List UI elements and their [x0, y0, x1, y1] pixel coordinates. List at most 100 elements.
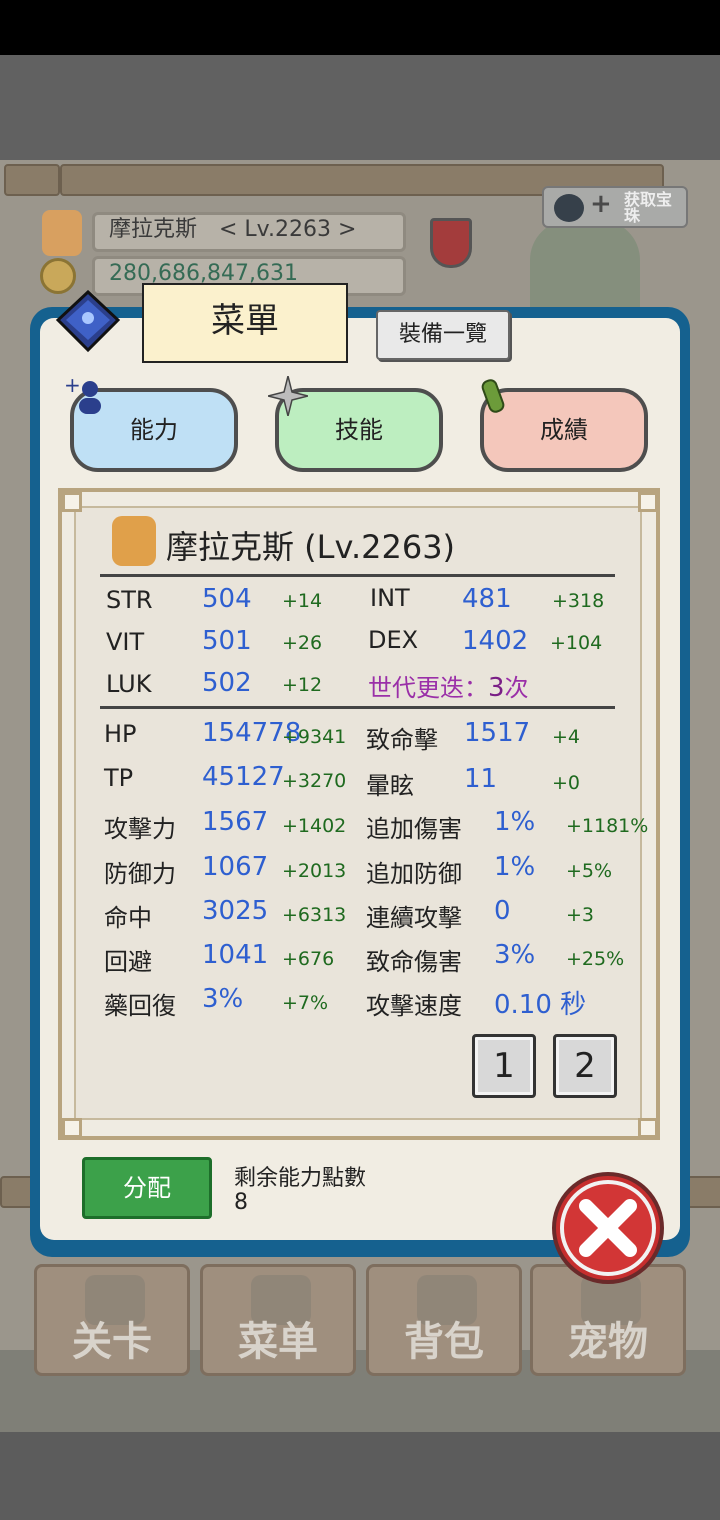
character-title: 摩拉克斯 (Lv.2263) — [166, 528, 456, 566]
gem-icon — [554, 194, 584, 222]
stat-bonus: +0 — [552, 772, 581, 794]
stat-name: 致命傷害 — [366, 948, 462, 976]
stat-bonus: +12 — [282, 674, 323, 696]
svg-text:+: + — [64, 376, 81, 397]
stat-bonus: +318 — [552, 590, 605, 612]
nav-stage[interactable]: 关卡 — [34, 1264, 190, 1376]
generation-count: 3 — [488, 673, 505, 703]
page-1-button[interactable]: 1 — [472, 1034, 536, 1098]
frame-corner — [638, 1118, 658, 1138]
tab-skill-label: 技能 — [335, 416, 383, 444]
stat-name: 攻擊力 — [104, 815, 176, 843]
nav-menu[interactable]: 菜单 — [200, 1264, 356, 1376]
stat-bonus: +14 — [282, 590, 323, 612]
nav-backpack[interactable]: 背包 — [366, 1264, 522, 1376]
stat-name: STR — [106, 586, 153, 614]
stat-name: 防御力 — [104, 860, 176, 888]
stat-bonus: +3 — [566, 904, 595, 926]
stat-name: 藥回復 — [104, 992, 176, 1020]
stat-value: 502 — [202, 668, 252, 698]
stat-bonus: +4 — [552, 726, 581, 748]
stat-bonus: +3270 — [282, 770, 347, 792]
stat-bonus: +6313 — [282, 904, 347, 926]
menu-title-tab: 菜單 — [142, 283, 348, 363]
nav-label: 菜单 — [238, 1319, 318, 1365]
status-bar — [0, 0, 720, 55]
nav-label: 宠物 — [568, 1319, 648, 1365]
player-avatar — [42, 210, 82, 256]
coin-icon — [40, 258, 76, 294]
stat-name: 暈眩 — [366, 772, 414, 800]
add-person-icon: + — [64, 373, 104, 416]
equipment-list-button[interactable]: 裝備一覽 — [376, 310, 510, 360]
shield-icon[interactable] — [430, 218, 472, 268]
stat-name: INT — [370, 584, 410, 612]
plus-icon: + — [590, 189, 612, 219]
stat-value: 504 — [202, 584, 252, 614]
stat-bonus: +1181% — [566, 815, 649, 837]
stat-name: HP — [104, 720, 137, 748]
character-portrait — [112, 516, 156, 566]
stat-name: 致命擊 — [366, 726, 438, 754]
sparkle-icon — [267, 375, 309, 417]
stat-value: 481 — [462, 584, 512, 614]
nav-label: 关卡 — [72, 1319, 152, 1365]
stat-value: 1517 — [464, 718, 531, 748]
frame-corner — [62, 1118, 82, 1138]
stat-bonus: +5% — [566, 860, 613, 882]
navigation-bar — [0, 1432, 720, 1520]
stat-value: 11 — [464, 764, 498, 794]
stat-value: 3025 — [202, 896, 269, 926]
stat-value: 3% — [494, 940, 536, 970]
get-gems-label: 获取宝珠 — [624, 190, 673, 225]
stat-name: TP — [104, 764, 134, 792]
close-icon — [560, 1180, 656, 1276]
frame-corner — [62, 492, 82, 512]
remaining-points-value: 8 — [234, 1190, 248, 1215]
stat-name: VIT — [106, 628, 145, 656]
close-button[interactable] — [552, 1172, 664, 1284]
generation-label: 世代更迭： — [368, 674, 488, 702]
stat-value: 0 — [494, 896, 511, 926]
generation-unit: 次 — [504, 674, 529, 702]
stat-name: LUK — [106, 670, 152, 698]
stat-value: 1402 — [462, 626, 529, 656]
spellbook-icon — [55, 289, 121, 354]
player-name-bar: 摩拉克斯 < Lv.2263 > — [92, 212, 406, 252]
stat-value: 1567 — [202, 807, 269, 837]
stat-name: DEX — [368, 626, 419, 654]
divider — [100, 574, 615, 577]
top-band — [0, 55, 720, 160]
remaining-points-label: 剩余能力點數 — [234, 1166, 367, 1191]
page-2-button[interactable]: 2 — [553, 1034, 617, 1098]
stat-value: 45127 — [202, 762, 285, 792]
tab-ability-label: 能力 — [130, 416, 178, 444]
nav-label: 背包 — [404, 1319, 484, 1365]
stat-name: 追加傷害 — [366, 815, 462, 843]
pot-decoration — [530, 220, 640, 320]
stat-bonus: +9341 — [282, 726, 347, 748]
stat-value: 1% — [494, 807, 536, 837]
frame-corner — [638, 492, 658, 512]
stat-name: 命中 — [104, 904, 152, 932]
stat-bonus: +104 — [550, 632, 603, 654]
divider — [100, 706, 615, 709]
stat-name: 連續攻擊 — [366, 904, 462, 932]
stat-value: 1067 — [202, 852, 269, 882]
tab-record-label: 成績 — [540, 416, 588, 444]
wall-brick — [4, 164, 60, 196]
stat-value: 501 — [202, 626, 252, 656]
stat-bonus: +26 — [282, 632, 323, 654]
stat-value: 1041 — [202, 940, 269, 970]
assign-button[interactable]: 分配 — [82, 1157, 212, 1219]
stat-name: 追加防御 — [366, 860, 462, 888]
get-gems-button[interactable]: + 获取宝珠 — [542, 186, 688, 228]
stat-name: 攻擊速度 — [366, 992, 462, 1020]
scroll-icon — [480, 376, 514, 416]
stat-bonus: +1402 — [282, 815, 347, 837]
generation-info: 世代更迭：3次 — [368, 668, 529, 703]
stat-bonus: +25% — [566, 948, 625, 970]
stat-value: 3% — [202, 984, 244, 1014]
stat-bonus: +2013 — [282, 860, 347, 882]
stat-value: 1% — [494, 852, 536, 882]
